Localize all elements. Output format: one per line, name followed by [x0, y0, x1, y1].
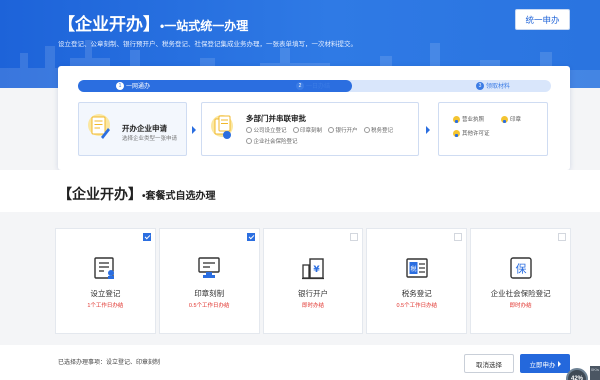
- approval-item-list: 公司设立登记 印章刻制 银行开户 税务登记 企业社会保险登记: [246, 126, 416, 145]
- card-duration: 即时办结: [301, 303, 324, 309]
- material-label: 营业执照: [462, 117, 485, 123]
- service-card-bank[interactable]: ¥ 银行开户 即时办结: [262, 228, 364, 334]
- banner-title-sub: •一站式统一办理: [160, 19, 249, 33]
- card-duration: 即时办结: [509, 303, 532, 309]
- service-card-insurance[interactable]: 保 企业社会保险登记 即时办结: [470, 228, 571, 334]
- seal-small-icon: [501, 115, 508, 123]
- process-card: 1 一网通办 2 一日办结 3 领取材料 开办企业申请 选择企业类型一张申请 多部门并…: [58, 66, 570, 170]
- svg-text:税: 税: [410, 265, 416, 273]
- approval-item: 企业社会保险登记: [246, 137, 298, 145]
- approval-item: 银行开户: [328, 126, 358, 134]
- process-step-1: 1 一网通办: [116, 81, 150, 90]
- permit-icon: [453, 129, 460, 137]
- bank-icon: ¥: [301, 258, 324, 280]
- process-step-2: 2 一日办结: [296, 81, 330, 90]
- banner-title-main: 【企业开办】: [58, 15, 160, 34]
- material-item: 印章: [501, 115, 541, 123]
- process-box-materials: 营业执照 印章 其他许可证: [438, 102, 548, 156]
- materials-list: 营业执照 印章 其他许可证: [453, 115, 541, 137]
- application-subtitle: 选择企业类型一张申请: [122, 136, 178, 142]
- service-card-tax[interactable]: 税 税务登记 0.5个工作日办结: [366, 228, 468, 334]
- approval-docs-icon: [211, 115, 233, 139]
- apply-now-button[interactable]: 立即申办: [520, 354, 570, 373]
- material-label: 其他许可证: [462, 131, 490, 137]
- approval-item: 税务登记: [364, 126, 393, 134]
- svg-text:保: 保: [515, 262, 526, 276]
- cancel-selection-button[interactable]: 取消选择: [464, 354, 514, 373]
- tax-icon: 税: [406, 258, 428, 278]
- step-number: 1: [116, 81, 124, 90]
- apply-now-label: 立即申办: [529, 361, 556, 369]
- step-label: 一日办结: [306, 84, 331, 90]
- service-card-registration[interactable]: 设立登记 1个工作日办结: [55, 228, 156, 334]
- section-title-main: 【企业开办】: [58, 186, 142, 202]
- card-name: 银行开户: [297, 289, 328, 298]
- registration-form-icon: [94, 257, 115, 279]
- card-name: 设立登记: [90, 289, 121, 298]
- step-label: 一网通办: [126, 84, 151, 90]
- card-duration: 0.5个工作日办结: [188, 303, 230, 309]
- arrow-right-icon: [426, 126, 430, 134]
- banner-description: 设立登记、公章刻制、银行预开户、税务登记、社保登记集成业务办理，一张表单填写，一…: [58, 41, 357, 48]
- card-name: 印章刻制: [194, 289, 225, 298]
- process-box-application: 开办企业申请 选择企业类型一张申请: [78, 102, 187, 156]
- speed-widget-side: 0K/s: [590, 366, 600, 380]
- material-item: 其他许可证: [453, 129, 499, 137]
- card-name: 企业社会保险登记: [490, 289, 551, 298]
- card-checkbox[interactable]: [557, 233, 566, 241]
- banner-title: 【企业开办】•一站式统一办理: [58, 10, 248, 35]
- play-arrow-icon: [557, 360, 561, 367]
- card-checkbox[interactable]: [142, 233, 151, 241]
- section-title-sub: •套餐式自选办理: [142, 191, 216, 202]
- card-checkbox[interactable]: [350, 233, 359, 241]
- material-item: 营业执照: [453, 115, 499, 123]
- process-step-3: 3 领取材料: [476, 81, 510, 90]
- insurance-icon: 保: [509, 257, 532, 279]
- card-name: 税务登记: [401, 289, 432, 298]
- material-label: 印章: [510, 117, 522, 123]
- approval-title: 多部门并串联审批: [246, 114, 306, 123]
- card-duration: 0.5个工作日办结: [396, 303, 438, 309]
- card-checkbox[interactable]: [246, 233, 255, 241]
- seal-icon: [198, 257, 220, 278]
- approval-item: 印章刻制: [293, 126, 322, 134]
- approval-item: 公司设立登记: [246, 126, 287, 134]
- service-card-list: 设立登记 1个工作日办结 印章刻制 0.5个工作日办结 ¥ 银行开户 即时办结: [55, 228, 571, 334]
- step-number: 3: [476, 81, 484, 90]
- card-checkbox[interactable]: [454, 233, 463, 241]
- application-title: 开办企业申请: [122, 124, 167, 133]
- step-label: 领取材料: [486, 84, 511, 90]
- card-duration: 1个工作日办结: [87, 303, 124, 309]
- license-icon: [453, 115, 460, 123]
- section-title: 【企业开办】•套餐式自选办理: [58, 184, 216, 204]
- selected-items-text: 已选择办理事项：设立登记、印章刻制: [58, 360, 161, 366]
- svg-text:¥: ¥: [313, 265, 320, 275]
- arrow-right-icon: [192, 126, 196, 134]
- service-card-seal[interactable]: 印章刻制 0.5个工作日办结: [158, 228, 260, 334]
- process-box-approval: 多部门并串联审批 公司设立登记 印章刻制 银行开户 税务登记 企业社会保险登记: [201, 102, 419, 156]
- application-form-icon: [88, 114, 110, 139]
- unified-apply-button[interactable]: 统一申办: [515, 9, 570, 30]
- step-number: 2: [296, 81, 304, 90]
